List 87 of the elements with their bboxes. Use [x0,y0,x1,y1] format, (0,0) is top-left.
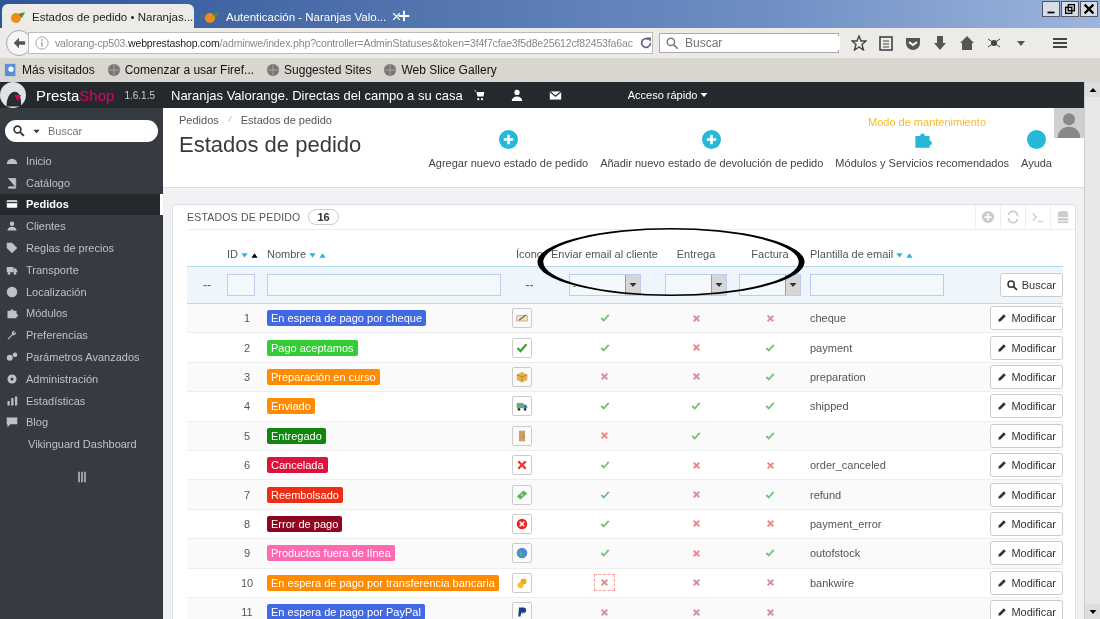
sidebar-item[interactable]: Reglas de precios [0,237,163,259]
edit-button[interactable]: Modificar [990,453,1063,478]
column-header: Entrega [676,248,716,260]
version-label: 1.6.1.5 [124,89,155,101]
edit-button[interactable]: Modificar [990,541,1063,566]
browser-tab[interactable]: Autenticación - Naranjas Valo... [196,4,388,28]
id-text: 5 [243,429,251,442]
id-text: 3 [243,370,251,383]
id-text: 4 [243,400,251,413]
sidebar-item[interactable]: Estadísticas [0,389,163,412]
status-label: En espera de pago por cheque [267,310,427,327]
panel-title: ESTADOS DE PEDIDO [187,211,301,223]
sidebar-item[interactable]: Administración [0,367,163,390]
template-name: shipped [810,400,849,413]
id-text: 1 [243,312,251,325]
column-header[interactable]: ID [227,248,238,260]
status-label: Enviado [267,398,315,415]
status-label: Entregado [267,427,326,444]
toolbar-button[interactable]: Añadir nuevo estado de devolución de pedido [600,130,824,169]
id-text: 8 [243,517,251,530]
search-button[interactable]: Buscar [999,273,1063,297]
sidebar-item[interactable]: Clientes [0,215,163,238]
address-bar[interactable]: valorang-cp503.webprestashop.com/adminwe/index.php?controller=AdminStatuses&token=3f4f7cfae3f5d8e25612cf82453fa6ac [28,32,653,54]
edit-button[interactable]: Modificar [990,511,1063,536]
column-header[interactable]: Nombre [267,248,307,260]
toolbar-button[interactable]: Módulos y Servicios recomendados [835,130,1009,169]
search-box[interactable]: Buscar [659,33,839,53]
sidebar-item[interactable]: Transporte [0,259,163,281]
template-name: payment [810,341,853,354]
id-text: 6 [243,459,251,472]
template-name: refund [810,488,842,501]
status-label: Preparación en curso [267,368,380,385]
template-name: order_canceled [810,459,886,472]
id-text: 10 [240,576,254,589]
breadcrumb-link[interactable]: Pedidos [179,114,219,126]
status-label: Productos fuera de línea [267,545,395,562]
status-label: Cancelada [267,457,328,474]
sidebar-item[interactable]: Módulos [0,302,163,325]
bookmark-item[interactable]: Comenzar a usar Firef... [106,63,255,77]
bookmark-item[interactable]: Más visitados [4,63,95,77]
filter-dropdown[interactable]: - [568,274,641,296]
empty-marker: -- [525,278,534,292]
sidebar-item[interactable]: Parámetros Avanzados [0,346,163,368]
template-name: cheque [810,312,847,325]
edit-button[interactable]: Modificar [990,600,1063,619]
edit-button[interactable]: Modificar [990,423,1063,448]
toolbar-button[interactable]: Ayuda [1021,130,1052,169]
status-label: Reembolsado [267,486,343,503]
empty-marker: -- [203,278,211,292]
status-label: Pago aceptamos [267,339,358,356]
template-name: payment_error [810,517,882,530]
edit-button[interactable]: Modificar [990,335,1063,360]
column-header[interactable]: Plantilla de email [810,248,894,260]
page-title: Estados de pedido [179,132,362,158]
sidebar-item[interactable]: Blog [0,411,163,434]
status-label: En espera de pago por PayPal [267,604,425,619]
status-label: En espera de pago por transferencia bancaria [267,574,499,591]
id-text: 7 [243,488,251,501]
quick-access-menu[interactable]: Acceso rápido [621,88,715,102]
id-text: 11 [241,606,253,619]
shop-name[interactable]: Naranjas Valorange. Directas del campo a su casa [171,87,463,103]
breadcrumb-link[interactable]: Estados de pedido [240,114,332,126]
sidebar-item[interactable]: Preferencias [0,324,163,347]
search-field[interactable]: Buscar [685,36,840,50]
bookmark-item[interactable]: Web Slice Gallery [383,63,497,77]
bookmark-item[interactable]: Suggested Sites [266,63,372,77]
id-text: 2 [243,341,251,354]
template-name: outofstock [810,547,861,560]
sidebar-item[interactable]: Localización [0,280,163,303]
sidebar-item[interactable]: Catálogo [0,171,163,194]
status-label: Error de pago [267,515,343,532]
edit-button[interactable]: Modificar [990,394,1063,419]
edit-button[interactable]: Modificar [990,482,1063,507]
template-name: preparation [810,370,866,383]
sidebar-search-box[interactable]: Buscar [5,120,158,142]
column-header: Enviar email al cliente [551,248,658,260]
template-name: bankwire [810,576,855,589]
sidebar-item[interactable]: Pedidos [0,193,163,216]
sidebar-item[interactable]: Vikinguard Dashboard [0,433,163,456]
edit-button[interactable]: Modificar [990,306,1063,331]
sidebar-item[interactable]: Inicio [0,150,163,172]
id-text: 9 [243,547,251,560]
edit-button[interactable]: Modificar [990,364,1063,389]
column-header: Factura [751,248,789,260]
edit-button[interactable]: Modificar [990,570,1063,595]
logo-text: PrestaShop [36,86,115,104]
toolbar-button[interactable]: Agregar nuevo estado de pedido [428,130,589,169]
